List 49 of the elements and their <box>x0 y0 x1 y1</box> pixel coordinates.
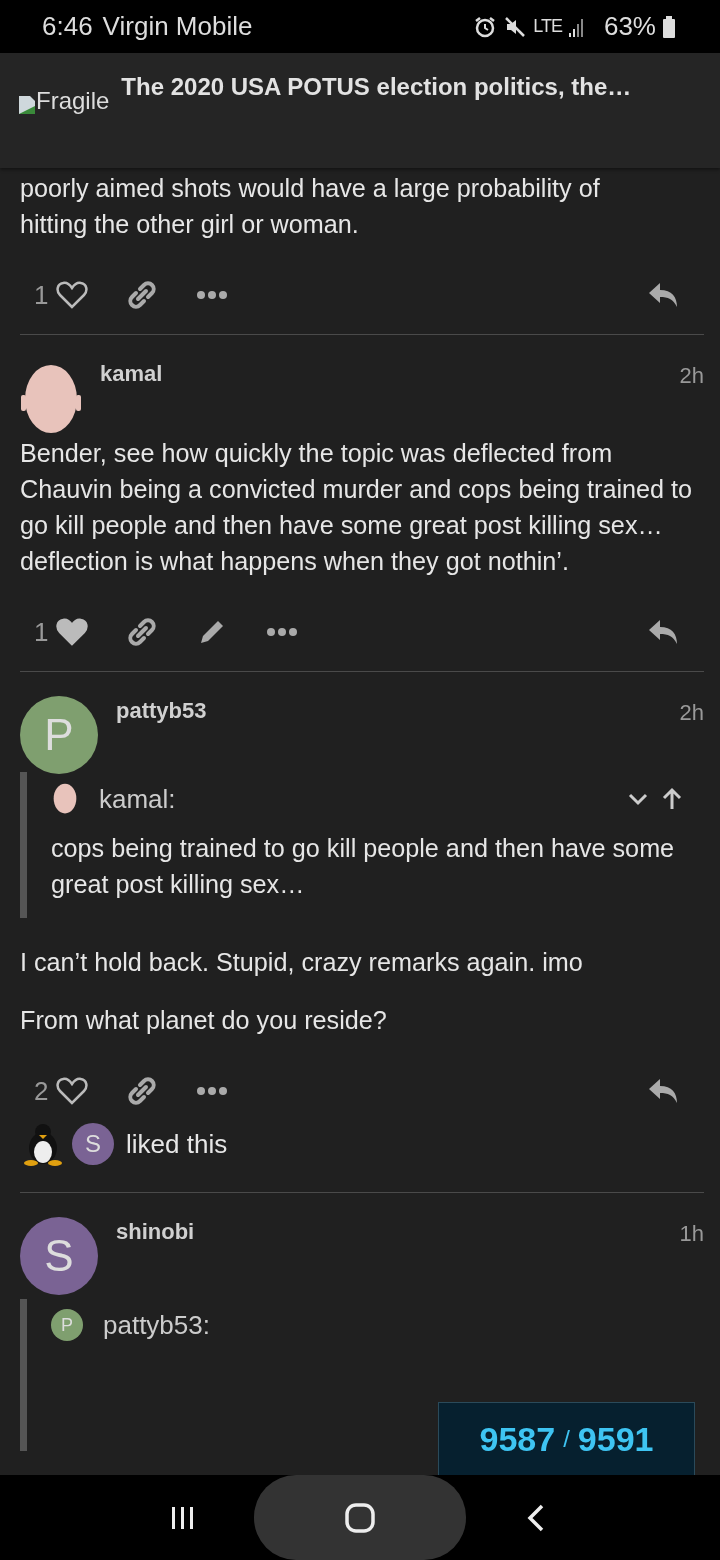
post-text: poorly aimed shots would have a large probability of <box>20 173 601 204</box>
carrier-name: Virgin Mobile <box>102 11 253 42</box>
user-avatar: P <box>51 1309 83 1341</box>
current-post-number: 9587 <box>479 1419 556 1459</box>
quote-author: pattyb53: <box>103 1309 210 1341</box>
more-icon[interactable] <box>266 627 299 637</box>
home-icon <box>344 1501 376 1534</box>
penguin-avatar[interactable] <box>22 1122 64 1166</box>
topic-title[interactable]: The 2020 USA POTUS election politics, the… <box>121 73 632 101</box>
reply-icon[interactable] <box>648 281 680 309</box>
post-time[interactable]: 2h <box>679 363 704 389</box>
heart-icon[interactable] <box>56 1077 89 1105</box>
post-text: hitting the other girl or woman. <box>20 209 360 240</box>
link-icon[interactable] <box>126 1075 159 1107</box>
network-type: LTE <box>533 16 562 37</box>
like-count: 2 <box>34 1075 49 1107</box>
user-avatar[interactable]: S <box>72 1123 114 1165</box>
battery-percent: 63% <box>603 11 656 42</box>
post-text: From what planet do you reside? <box>20 1005 388 1036</box>
more-icon[interactable] <box>196 1086 229 1096</box>
more-icon[interactable] <box>196 290 229 300</box>
link-icon[interactable] <box>126 616 159 648</box>
broken-image-icon <box>18 95 36 115</box>
reply-icon[interactable] <box>648 618 680 646</box>
logo-alt-text: Fragile <box>36 87 110 115</box>
status-time: 6:46 <box>42 11 93 42</box>
author-name[interactable]: pattyb53 <box>116 698 207 724</box>
post-time[interactable]: 2h <box>679 700 704 726</box>
post-text: Bender, see how quickly the topic was deflected from Chauvin being a convicted murder and cops being trained to go kill people and then have some great post killing sex… deflection is what happens when they got nothin’. <box>20 438 694 577</box>
like-count: 1 <box>34 279 49 311</box>
total-post-number: 9591 <box>577 1419 654 1459</box>
like-count: 1 <box>34 616 49 648</box>
heart-icon[interactable] <box>56 281 89 309</box>
heart-icon[interactable] <box>56 618 89 646</box>
post-counter[interactable]: 9587 / 9591 <box>438 1402 695 1475</box>
post-time[interactable]: 1h <box>679 1221 704 1247</box>
author-name[interactable]: kamal <box>100 361 163 387</box>
counter-separator: / <box>563 1425 570 1453</box>
author-name[interactable]: shinobi <box>116 1219 195 1245</box>
arrow-up-icon[interactable] <box>660 787 684 811</box>
quote-author: kamal: <box>99 783 176 815</box>
battery-icon <box>662 14 676 39</box>
user-avatar[interactable]: S <box>20 1217 98 1295</box>
post-text: I can’t hold back. Stupid, crazy remarks again. imo <box>20 947 584 978</box>
site-logo[interactable]: Fragile <box>18 87 110 115</box>
link-icon[interactable] <box>126 279 159 311</box>
liked-by-text: liked this <box>126 1128 228 1160</box>
quote-text: cops being trained to go kill people and then have some great post killing sex… <box>51 833 676 900</box>
reply-icon[interactable] <box>648 1077 680 1105</box>
